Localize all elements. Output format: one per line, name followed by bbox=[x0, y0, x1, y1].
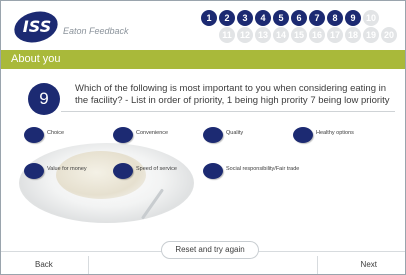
step-indicator: 6 bbox=[291, 10, 307, 26]
food-image bbox=[56, 151, 146, 199]
back-button[interactable]: Back bbox=[5, 256, 89, 274]
rank-handle[interactable] bbox=[113, 127, 133, 143]
step-indicator: 13 bbox=[255, 27, 271, 43]
question-number: 9 bbox=[28, 83, 60, 115]
step-indicator: 20 bbox=[381, 27, 397, 43]
step-indicator: 17 bbox=[327, 27, 343, 43]
rank-handle[interactable] bbox=[203, 127, 223, 143]
step-indicator: 9 bbox=[345, 10, 361, 26]
rank-handle[interactable] bbox=[113, 163, 133, 179]
step-indicator: 16 bbox=[309, 27, 325, 43]
option-label: Healthy options bbox=[316, 130, 354, 136]
step-indicator: 12 bbox=[237, 27, 253, 43]
progress-steps: 1 2 3 4 5 6 7 8 9 10 11 12 13 14 15 16 17 18 19 20 bbox=[201, 10, 401, 44]
option-label: Speed of service bbox=[136, 166, 177, 172]
option-label: Value for money bbox=[47, 166, 87, 172]
header: ISS Eaton Feedback 1 2 3 4 5 6 7 8 9 10 11 12 13 14 1… bbox=[1, 1, 405, 50]
step-indicator: 10 bbox=[363, 10, 379, 26]
rank-handle[interactable] bbox=[24, 127, 44, 143]
step-indicator: 18 bbox=[345, 27, 361, 43]
step-indicator: 5 bbox=[273, 10, 289, 26]
question-divider bbox=[61, 111, 395, 112]
step-indicator: 11 bbox=[219, 27, 235, 43]
option-label: Social responsibility/Fair trade bbox=[226, 166, 300, 172]
option-label: Quality bbox=[226, 130, 244, 136]
step-indicator: 8 bbox=[327, 10, 343, 26]
option-label: Convenience bbox=[136, 130, 169, 136]
reset-button[interactable]: Reset and try again bbox=[161, 241, 259, 259]
question-text: Which of the following is most important… bbox=[75, 83, 390, 106]
rank-handle[interactable] bbox=[293, 127, 313, 143]
step-indicator: 2 bbox=[219, 10, 235, 26]
step-indicator: 19 bbox=[363, 27, 379, 43]
step-indicator: 4 bbox=[255, 10, 271, 26]
brand-title: Eaton Feedback bbox=[63, 26, 129, 36]
logo-text: ISS bbox=[22, 17, 52, 36]
step-indicator: 14 bbox=[273, 27, 289, 43]
section-title: About you bbox=[1, 50, 405, 69]
rank-handle[interactable] bbox=[203, 163, 223, 179]
option-label: Choice bbox=[47, 130, 65, 136]
rank-handle[interactable] bbox=[24, 163, 44, 179]
survey-frame: ISS Eaton Feedback 1 2 3 4 5 6 7 8 9 10 11 12 13 14 1… bbox=[0, 0, 406, 275]
step-indicator: 3 bbox=[237, 10, 253, 26]
step-indicator: 15 bbox=[291, 27, 307, 43]
next-button[interactable]: Next bbox=[317, 256, 401, 274]
step-indicator: 1 bbox=[201, 10, 217, 26]
step-indicator: 7 bbox=[309, 10, 325, 26]
